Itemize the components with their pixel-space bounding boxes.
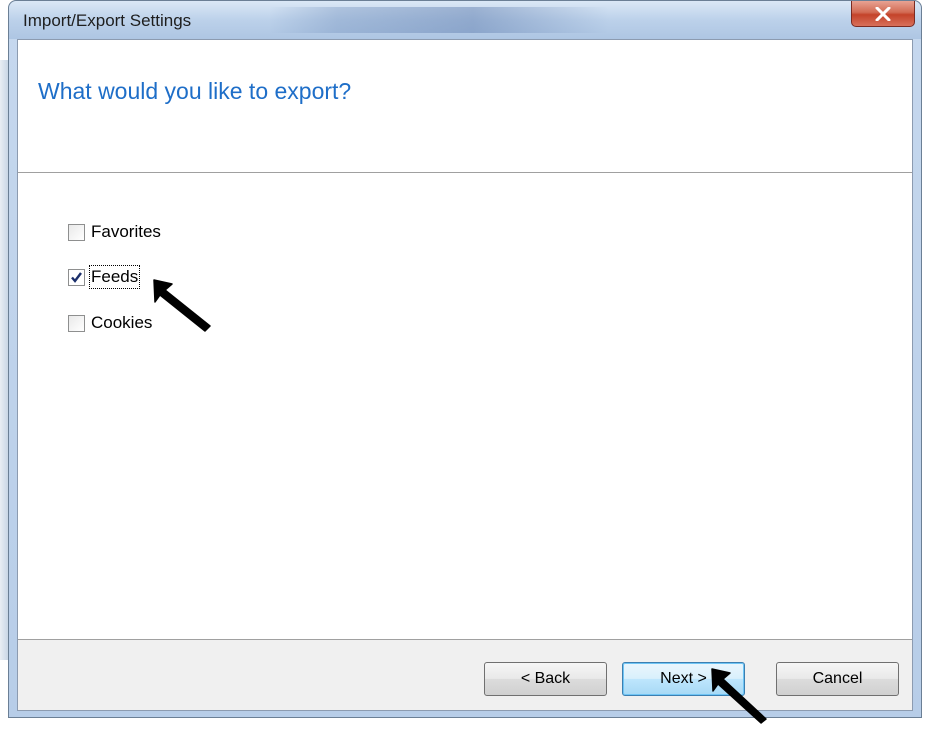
favorites-checkbox[interactable] [68, 223, 85, 241]
wizard-footer: < Back Next > Cancel [18, 640, 912, 710]
close-icon [875, 6, 891, 21]
next-button[interactable]: Next > [622, 662, 745, 696]
background-edge [0, 60, 8, 660]
feeds-checkbox[interactable] [68, 268, 85, 286]
feeds-label[interactable]: Feeds [88, 265, 141, 289]
options-panel: Favorites Feeds Cookies [18, 173, 912, 640]
checkmark-icon [71, 271, 82, 283]
option-cookies[interactable]: Cookies [68, 312, 152, 334]
option-favorites[interactable]: Favorites [68, 221, 161, 243]
option-feeds[interactable]: Feeds [68, 265, 141, 289]
import-export-dialog: Import/Export Settings What would you li… [8, 0, 922, 718]
page-title: What would you like to export? [38, 78, 352, 104]
wizard-header: What would you like to export? [18, 40, 912, 173]
window-title: Import/Export Settings [23, 11, 192, 30]
title-bar[interactable]: Import/Export Settings [9, 1, 921, 39]
favorites-label[interactable]: Favorites [91, 222, 161, 242]
cookies-checkbox[interactable] [68, 314, 85, 332]
cookies-label[interactable]: Cookies [91, 313, 152, 333]
titlebar-glass-reflection [269, 7, 609, 33]
close-button[interactable] [851, 1, 915, 27]
back-button[interactable]: < Back [484, 662, 607, 696]
cancel-button[interactable]: Cancel [776, 662, 899, 696]
dialog-body: What would you like to export? Favorites… [17, 39, 913, 711]
